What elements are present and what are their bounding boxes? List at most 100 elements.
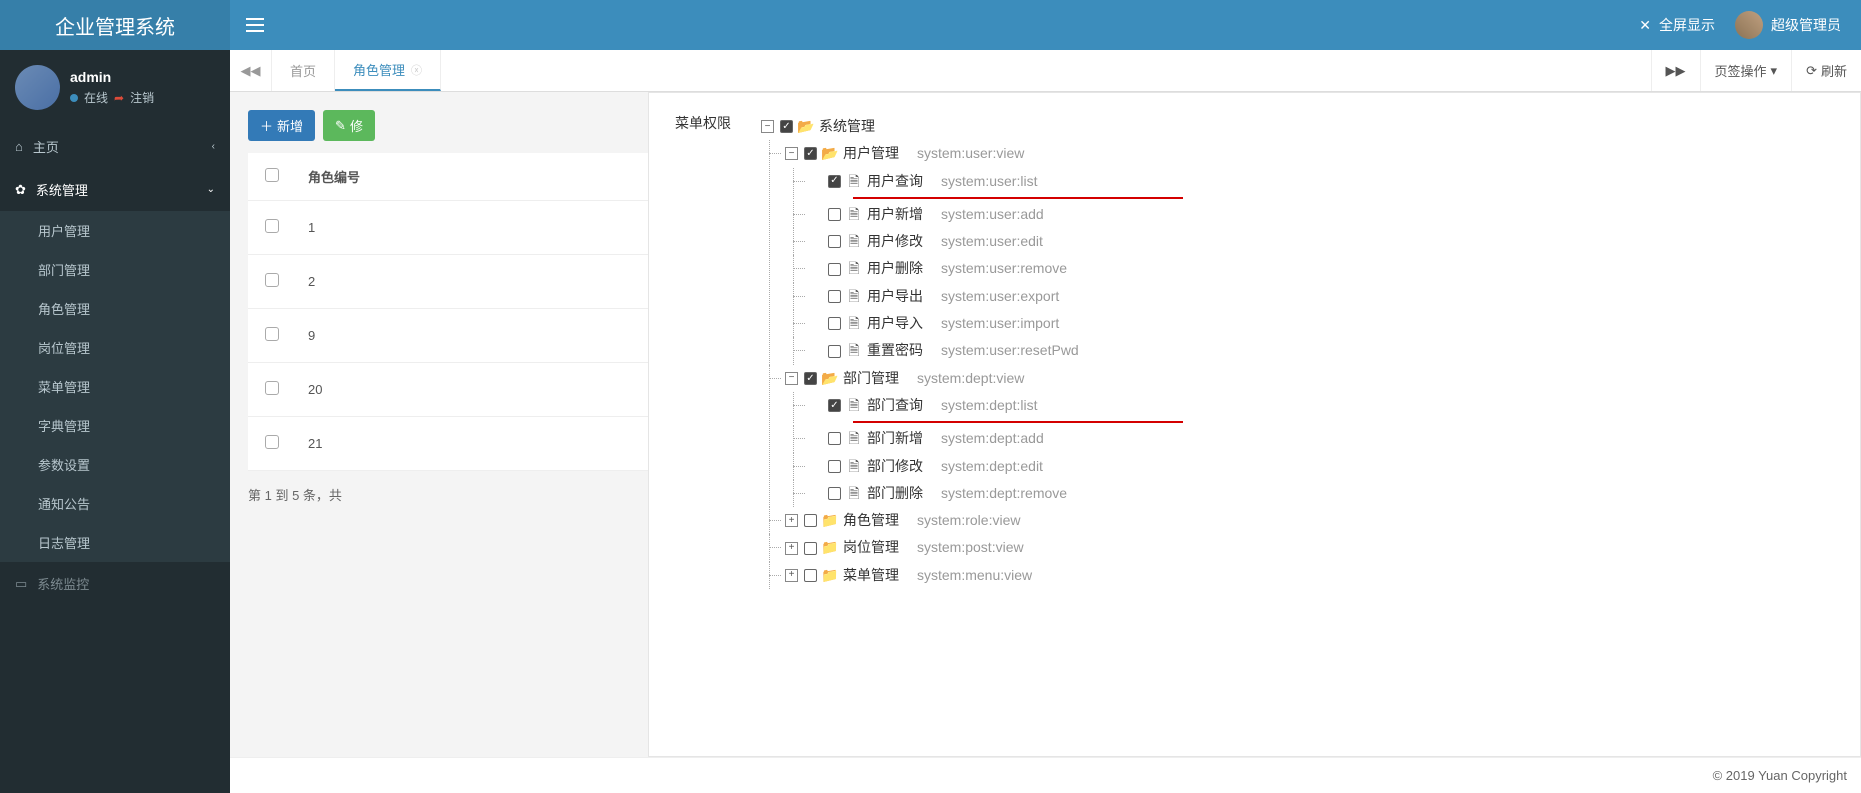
nav-label: 系统监控 (37, 574, 89, 593)
tree-node-label[interactable]: 用户修改 (867, 228, 923, 255)
collapse-icon[interactable]: − (785, 147, 798, 160)
tree-node-perm: system:user:remove (941, 255, 1067, 282)
tree-checkbox[interactable]: ✓ (804, 372, 817, 385)
fullscreen-icon: ✕ (1639, 17, 1651, 34)
caret-down-icon: ▾ (1771, 63, 1778, 79)
select-all-checkbox[interactable] (265, 168, 279, 182)
sidebar-item[interactable]: 菜单管理 (0, 367, 230, 406)
tree-node: 🗎用户删除system:user:remove (785, 255, 1183, 282)
user-label: 超级管理员 (1771, 15, 1841, 35)
tree-node-label[interactable]: 菜单管理 (843, 562, 899, 589)
app-logo: 企业管理系统 (0, 0, 230, 50)
file-icon: 🗎 (847, 480, 861, 507)
expand-icon[interactable]: + (785, 514, 798, 527)
tree-node-perm: system:dept:list (941, 392, 1037, 419)
tree-checkbox[interactable] (828, 432, 841, 445)
tree-spacer (809, 487, 822, 500)
tree-node: ✓🗎部门查询system:dept:list (785, 392, 1183, 423)
file-icon: 🗎 (847, 310, 861, 337)
tree-checkbox[interactable] (828, 460, 841, 473)
sidebar-item[interactable]: 部门管理 (0, 250, 230, 289)
expand-icon[interactable]: + (785, 569, 798, 582)
collapse-icon[interactable]: − (761, 120, 774, 133)
tree-node-label[interactable]: 角色管理 (843, 507, 899, 534)
sidebar-item[interactable]: 参数设置 (0, 445, 230, 484)
tree-checkbox[interactable]: ✓ (828, 175, 841, 188)
tab-label: 角色管理 (353, 60, 405, 79)
tree-checkbox[interactable] (828, 290, 841, 303)
tree-node: −✓📂用户管理system:user:view✓🗎用户查询system:user… (761, 140, 1183, 364)
avatar-icon (15, 65, 60, 110)
avatar-icon (1735, 11, 1763, 39)
tree-spacer (809, 263, 822, 276)
tree-node-label[interactable]: 用户管理 (843, 140, 899, 167)
sidebar-item[interactable]: 岗位管理 (0, 328, 230, 367)
tab-ops-dropdown[interactable]: 页签操作 ▾ (1700, 50, 1792, 91)
tree-checkbox[interactable] (828, 317, 841, 330)
refresh-label: 刷新 (1821, 61, 1847, 80)
tree-node: 🗎重置密码system:user:resetPwd (785, 337, 1183, 364)
tree-node-label[interactable]: 用户新增 (867, 201, 923, 228)
tabs-next[interactable]: ▶▶ (1651, 50, 1700, 91)
tree-node-label[interactable]: 部门查询 (867, 392, 923, 419)
tree-spacer (809, 317, 822, 330)
tree-checkbox[interactable] (828, 345, 841, 358)
file-icon: 🗎 (847, 168, 861, 195)
sidebar-item[interactable]: 角色管理 (0, 289, 230, 328)
tree-spacer (809, 345, 822, 358)
tree-node-label[interactable]: 部门管理 (843, 365, 899, 392)
edit-button[interactable]: ✎ 修 (323, 110, 375, 141)
tab-home[interactable]: 首页 (272, 50, 335, 91)
footer: © 2019 Yuan Copyright (230, 757, 1861, 793)
double-chevron-left-icon: ◀◀ (241, 63, 261, 79)
collapse-icon[interactable]: − (785, 372, 798, 385)
tree-checkbox[interactable]: ✓ (780, 120, 793, 133)
sidebar-item[interactable]: 通知公告 (0, 484, 230, 523)
tree-node-label[interactable]: 重置密码 (867, 337, 923, 364)
tree-node-label[interactable]: 岗位管理 (843, 534, 899, 561)
tree-node-perm: system:dept:view (917, 365, 1024, 392)
sidebar-item[interactable]: 日志管理 (0, 523, 230, 562)
tab-role[interactable]: 角色管理 ⓧ (335, 50, 441, 91)
sidebar-item[interactable]: 字典管理 (0, 406, 230, 445)
add-button[interactable]: ＋ 新增 (248, 110, 315, 141)
tree-checkbox[interactable] (828, 235, 841, 248)
tree-node-label[interactable]: 部门新增 (867, 425, 923, 452)
tree-checkbox[interactable] (804, 514, 817, 527)
row-checkbox[interactable] (265, 327, 279, 341)
nav-home[interactable]: ⌂ 主页 ‹ (0, 125, 230, 168)
nav-sysmgmt[interactable]: ✿ 系统管理 ⌄ (0, 168, 230, 211)
menu-toggle[interactable] (230, 0, 280, 50)
expand-icon[interactable]: + (785, 542, 798, 555)
tree-node-label[interactable]: 系统管理 (819, 113, 875, 140)
sidebar-item[interactable]: 用户管理 (0, 211, 230, 250)
current-user[interactable]: 超级管理员 (1735, 11, 1841, 39)
tree-node-label[interactable]: 用户查询 (867, 168, 923, 195)
tree-spacer (809, 460, 822, 473)
tree-node-perm: system:user:list (941, 168, 1037, 195)
tree-checkbox[interactable] (828, 487, 841, 500)
tree-checkbox[interactable] (804, 569, 817, 582)
row-checkbox[interactable] (265, 273, 279, 287)
row-checkbox[interactable] (265, 219, 279, 233)
tabs-prev[interactable]: ◀◀ (230, 50, 272, 91)
row-checkbox[interactable] (265, 381, 279, 395)
close-icon[interactable]: ⓧ (411, 62, 422, 78)
fullscreen-button[interactable]: ✕ 全屏显示 (1639, 15, 1715, 35)
tree-node-label[interactable]: 用户导入 (867, 310, 923, 337)
tree-node-label[interactable]: 部门删除 (867, 480, 923, 507)
tree-checkbox[interactable] (804, 542, 817, 555)
tree-checkbox[interactable]: ✓ (828, 399, 841, 412)
row-checkbox[interactable] (265, 435, 279, 449)
tree-checkbox[interactable]: ✓ (804, 147, 817, 160)
tree-checkbox[interactable] (828, 263, 841, 276)
logout-link[interactable]: 注销 (130, 89, 154, 106)
tree-node-label[interactable]: 用户删除 (867, 255, 923, 282)
online-label: 在线 (84, 89, 108, 106)
tree-node-perm: system:post:view (917, 534, 1024, 561)
refresh-button[interactable]: ⟳ 刷新 (1791, 50, 1861, 91)
tree-node-label[interactable]: 部门修改 (867, 453, 923, 480)
tree-node-label[interactable]: 用户导出 (867, 283, 923, 310)
nav-sysmon[interactable]: ▭ 系统监控 (0, 562, 230, 605)
tree-checkbox[interactable] (828, 208, 841, 221)
